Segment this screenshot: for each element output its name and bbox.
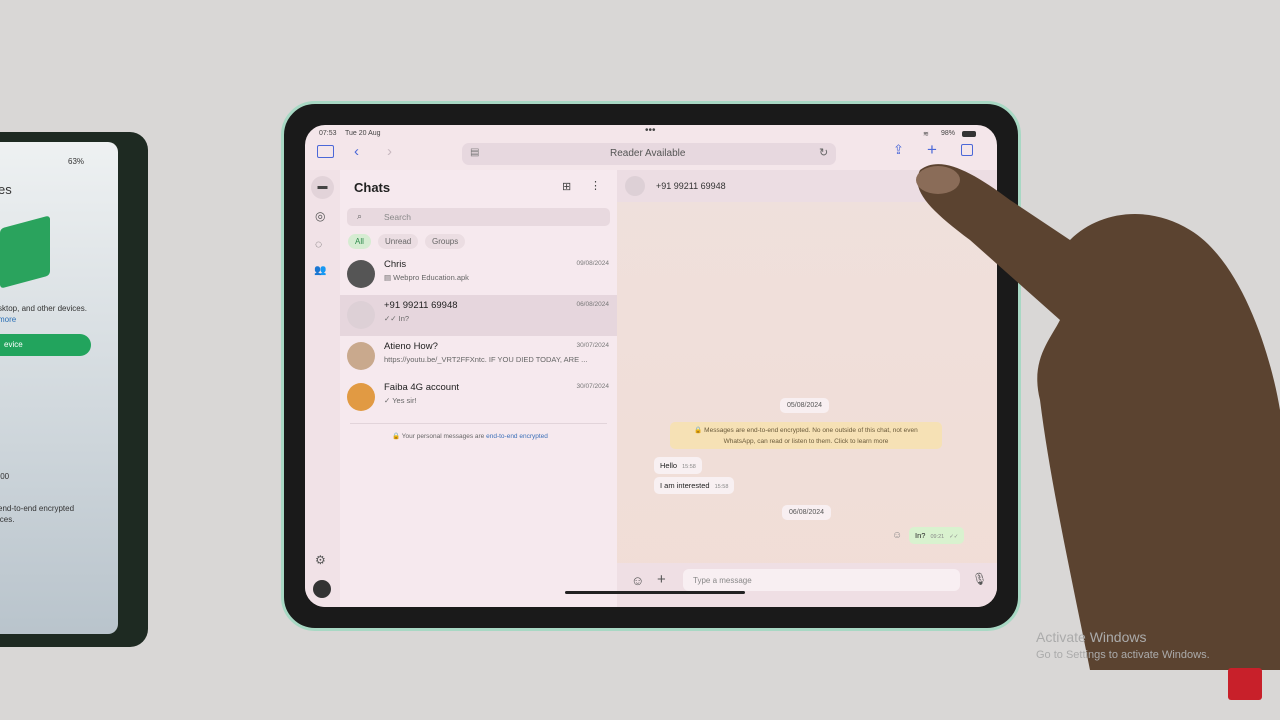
activate-windows-title: Activate Windows: [1036, 629, 1147, 645]
message-placeholder: Type a message: [693, 576, 752, 585]
status-time: 07:53: [319, 130, 337, 137]
chat-date: 09/08/2024: [576, 260, 609, 267]
chat-list-item-selected[interactable]: +91 99211 69948 ✓✓ In? 06/08/2024: [340, 295, 617, 336]
message-time: 15:58: [714, 484, 729, 490]
chats-title: Chats: [354, 180, 391, 195]
link-device-label: evice: [4, 340, 23, 349]
chat-preview: ▤ Webpro Education.apk: [384, 273, 469, 282]
phone-status: 63%: [68, 157, 85, 166]
chats-icon[interactable]: ▬: [311, 176, 334, 199]
preview-text: In?: [398, 314, 410, 323]
message-text: Hello: [660, 461, 678, 470]
attach-plus-icon[interactable]: +: [657, 571, 666, 588]
date-separator: 05/08/2024: [780, 398, 830, 413]
multitasking-dots-icon[interactable]: •••: [645, 125, 656, 136]
avatar: [347, 260, 375, 288]
contact-name: +91 99211 69948: [656, 181, 726, 191]
emoji-icon[interactable]: ☺: [631, 573, 644, 588]
phone-footer: end-to-end encrypted: [0, 504, 75, 513]
ipad-screen: 07:53 Tue 20 Aug ••• ≋ 98% ‹ › ▤ Reader …: [305, 125, 997, 607]
new-chat-icon[interactable]: ⊞: [562, 180, 571, 193]
preview-text: Yes sir!: [392, 396, 417, 405]
date-separator: 06/08/2024: [782, 505, 832, 520]
chat-list-item[interactable]: Faiba 4G account ✓ Yes sir! 30/07/2024: [340, 377, 617, 418]
chat-name: Atieno How?: [384, 341, 438, 352]
avatar: [347, 383, 375, 411]
status-icon[interactable]: ◎: [315, 209, 325, 223]
message-time: 15:58: [682, 464, 696, 470]
menu-icon[interactable]: ⋮: [590, 179, 601, 192]
wifi-icon: ≋: [923, 131, 929, 138]
phone-description: sktop, and other devices.: [0, 304, 87, 313]
chat-preview: https://youtu.be/_VRT2FFXntc. IF YOU DIE…: [384, 355, 588, 364]
pointing-hand: [916, 164, 1280, 670]
communities-icon[interactable]: 👥: [314, 265, 326, 276]
filter-unread[interactable]: Unread: [378, 234, 419, 249]
default-avatar: [347, 301, 375, 329]
divider: [350, 423, 607, 424]
chat-list-item[interactable]: Chris ▤ Webpro Education.apk 09/08/2024: [340, 254, 617, 295]
devices-illustration: [0, 215, 50, 289]
avatar: [347, 342, 375, 370]
chat-date: 30/07/2024: [576, 383, 609, 390]
chat-name: Chris: [384, 259, 407, 270]
phone-screen: 63% es sktop, and other devices. more ev…: [0, 142, 118, 634]
chat-name: Faiba 4G account: [384, 382, 459, 393]
battery-level: 98%: [941, 130, 956, 137]
activate-windows-subtitle: Go to Settings to activate Windows.: [1036, 649, 1210, 661]
channels-icon[interactable]: ◌: [315, 237, 322, 251]
search-icon: ⌕: [357, 211, 363, 221]
chat-preview: ✓✓ In?: [384, 314, 410, 323]
link-device-button[interactable]: evice: [0, 334, 91, 356]
filter-groups[interactable]: Groups: [425, 234, 466, 249]
phone-time: :00: [0, 472, 10, 481]
address-bar[interactable]: ▤ Reader Available ↻: [462, 143, 836, 165]
channel-logo: [1228, 668, 1262, 700]
encryption-link[interactable]: end-to-end encrypted: [486, 433, 548, 440]
nav-rail: ▬ ◎ ◌ 👥 ⚙: [305, 170, 340, 607]
encryption-footer: 🔒 Your personal messages are end-to-end …: [392, 433, 548, 440]
chat-preview: ✓ Yes sir!: [384, 396, 417, 405]
notice-text: Messages are end-to-end encrypted. No on…: [704, 427, 918, 445]
learn-more-link[interactable]: more: [0, 315, 16, 324]
phone-footer-2: ices.: [0, 515, 15, 524]
profile-avatar[interactable]: [313, 580, 331, 598]
filter-all[interactable]: All: [348, 234, 371, 249]
chat-list-item[interactable]: Atieno How? https://youtu.be/_VRT2FFXntc…: [340, 336, 617, 377]
chat-date: 06/08/2024: [576, 301, 609, 308]
chat-date: 30/07/2024: [576, 342, 609, 349]
footer-text: Your personal messages are: [401, 433, 487, 440]
message-text: I am interested: [660, 481, 710, 490]
home-indicator[interactable]: [565, 591, 745, 594]
phone-title: es: [0, 182, 12, 197]
status-date: Tue 20 Aug: [345, 130, 381, 137]
settings-icon[interactable]: ⚙: [315, 553, 326, 567]
search-input[interactable]: ⌕ Search: [347, 208, 610, 226]
preview-text: Webpro Education.apk: [393, 273, 469, 282]
incoming-message: I am interested 15:58: [654, 477, 735, 494]
sidebar-icon[interactable]: [317, 145, 334, 158]
reload-icon[interactable]: ↻: [819, 146, 828, 159]
incoming-message: Hello 15:58: [654, 457, 702, 474]
back-icon[interactable]: ‹: [354, 143, 359, 160]
search-placeholder: Search: [384, 212, 411, 222]
battery-icon: [962, 131, 976, 137]
reader-icon[interactable]: ▤: [470, 147, 479, 158]
contact-avatar: [625, 176, 645, 196]
chat-name: +91 99211 69948: [384, 300, 458, 311]
chat-list-panel: Chats ⊞ ⋮ ⌕ Search All Unread Groups Chr…: [340, 170, 617, 607]
url-text: Reader Available: [610, 148, 686, 159]
forward-icon[interactable]: ›: [387, 143, 392, 160]
